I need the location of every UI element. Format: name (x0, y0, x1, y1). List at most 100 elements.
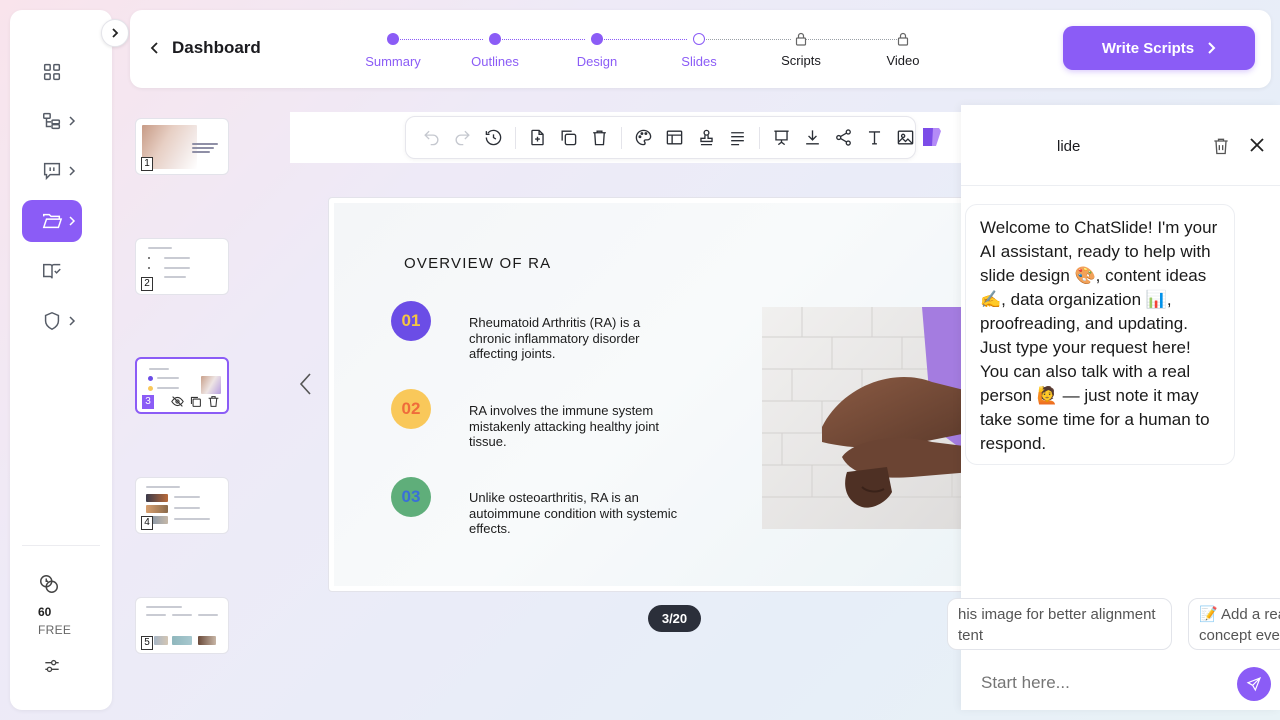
send-button[interactable] (1237, 667, 1271, 701)
close-chat-button[interactable] (1248, 136, 1266, 159)
slide-thumbnail[interactable]: 4 (135, 477, 229, 534)
slide-photo-wrist[interactable] (762, 307, 967, 529)
thumbnail-text (157, 387, 179, 389)
hide-icon[interactable] (171, 395, 184, 408)
suggestion-chip[interactable]: his image for better alignment tent (947, 598, 1172, 650)
previous-slide-button[interactable] (298, 372, 314, 401)
slide-thumbnail[interactable]: 1 (135, 118, 229, 175)
sidebar-divider (22, 545, 100, 546)
sidebar-item-dashboard[interactable] (22, 51, 82, 93)
slide-thumbnail[interactable]: 5 (135, 597, 229, 654)
add-page-button[interactable] (528, 128, 547, 148)
step-summary[interactable]: Summary (353, 32, 433, 69)
delete-icon (593, 130, 607, 146)
bullet-number-1: 01 (391, 301, 431, 341)
slide-content: OVERVIEW OF RA 01 Rheumatoid Arthritis (… (334, 203, 967, 586)
chevron-right-icon (69, 116, 76, 126)
thumbnail-text (146, 614, 166, 616)
slide-canvas[interactable]: OVERVIEW OF RA 01 Rheumatoid Arthritis (… (328, 197, 968, 592)
sidebar: 60 FREE (10, 10, 112, 710)
suggestion-text: concept eve (1199, 627, 1280, 644)
slide-title[interactable]: OVERVIEW OF RA (404, 255, 551, 272)
chevron-right-icon (69, 166, 76, 176)
sidebar-collapse-toggle[interactable] (101, 19, 129, 47)
history-button[interactable] (484, 128, 503, 148)
thumbnail-image (198, 636, 216, 645)
stamp-button[interactable] (697, 128, 716, 148)
step-label: Scripts (781, 53, 821, 68)
write-scripts-button[interactable]: Write Scripts (1063, 26, 1255, 70)
step-video[interactable]: Video (863, 32, 943, 68)
thumbnail-text (192, 151, 210, 153)
text-button[interactable] (865, 128, 884, 148)
chevron-left-icon (150, 42, 158, 54)
bullet-text-2[interactable]: RA involves the immune system mistakenly… (469, 403, 679, 450)
palette-icon (636, 129, 652, 146)
undo-button[interactable] (422, 128, 441, 148)
slide-thumbnail-active[interactable]: 3 (135, 357, 229, 414)
shield-icon (44, 311, 60, 331)
sidebar-item-security[interactable] (22, 300, 82, 342)
delete-slide-button[interactable] (590, 128, 609, 148)
bullet-text-3[interactable]: Unlike osteoarthritis, RA is an autoimmu… (469, 490, 679, 537)
share-button[interactable] (834, 128, 853, 148)
duplicate-slide-button[interactable] (559, 128, 578, 148)
toolbar-divider (515, 126, 517, 149)
back-to-dashboard[interactable]: Dashboard (150, 38, 261, 58)
thumbnail-text (146, 606, 182, 608)
bullet-text-1[interactable]: Rheumatoid Arthritis (RA) is a chronic i… (469, 315, 679, 362)
add-page-icon (531, 129, 544, 146)
download-icon (805, 130, 819, 145)
image-button[interactable] (896, 128, 915, 148)
sidebar-item-projects[interactable] (22, 200, 82, 242)
write-scripts-label: Write Scripts (1101, 39, 1195, 57)
redo-button[interactable] (453, 128, 472, 148)
align-button[interactable] (728, 128, 747, 148)
slide-toolbar (405, 116, 916, 159)
thumbnail-dot (148, 386, 153, 391)
back-label: Dashboard (172, 38, 261, 57)
chat-panel: lide Welcome to ChatSlide! I'm your AI a… (947, 105, 1280, 710)
page-indicator: 3/20 (648, 605, 701, 632)
theme-button[interactable] (634, 128, 653, 148)
thumbnail-text (148, 257, 150, 259)
duplicate-icon[interactable] (189, 395, 202, 408)
thumbnail-text (148, 267, 150, 269)
step-dot (489, 33, 501, 45)
assistant-message: Welcome to ChatSlide! I'm your AI assist… (965, 204, 1235, 465)
image-icon (897, 130, 914, 145)
chevron-right-icon (69, 316, 76, 326)
credits-block[interactable]: 60 FREE (10, 573, 94, 637)
close-icon (1250, 138, 1264, 152)
step-slides[interactable]: Slides (659, 32, 739, 69)
present-button[interactable] (772, 128, 791, 148)
slide-thumbnail[interactable]: 2 (135, 238, 229, 295)
share-icon (835, 129, 851, 146)
chat-input[interactable] (981, 673, 1231, 693)
thumbnail-image (146, 505, 168, 513)
sidebar-item-library[interactable] (22, 250, 82, 292)
step-scripts[interactable]: Scripts (761, 32, 841, 68)
send-icon (1246, 676, 1262, 692)
thumbnail-text (174, 496, 200, 498)
suggestion-text: tent (958, 627, 984, 644)
sidebar-item-discussion[interactable] (22, 150, 82, 192)
clear-chat-button[interactable] (1211, 136, 1231, 161)
step-design[interactable]: Design (557, 32, 637, 69)
suggestion-text: 📝 Add a rea (1199, 606, 1280, 623)
layout-button[interactable] (665, 128, 684, 148)
thumbnail-dot (148, 376, 153, 381)
sidebar-item-workflow[interactable] (22, 100, 82, 142)
thumbnail-image (152, 516, 168, 524)
suggestion-chip[interactable]: 📝 Add a rea concept eve (1188, 598, 1280, 650)
step-label: Outlines (471, 54, 519, 69)
thumbnail-actions (171, 395, 220, 408)
download-button[interactable] (803, 128, 822, 148)
step-outlines[interactable]: Outlines (455, 32, 535, 69)
ai-assistant-icon[interactable] (921, 125, 943, 149)
toolbar-divider (758, 126, 760, 149)
settings-sliders-icon[interactable] (42, 656, 62, 681)
trash-icon[interactable] (207, 395, 220, 408)
thumbnail-text (157, 377, 179, 379)
layout-icon (667, 130, 683, 145)
